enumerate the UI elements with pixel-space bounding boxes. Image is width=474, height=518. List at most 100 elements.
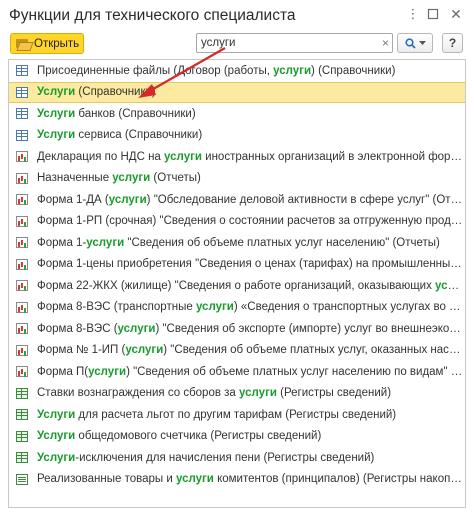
list-item[interactable]: Форма 1-услуги "Сведения об объеме платн… [9,232,465,254]
maximize-icon[interactable] [425,6,441,22]
list-item[interactable]: Ставки вознаграждения со сборов за услуг… [9,383,465,405]
list-item-text: (Справочники) [75,86,156,99]
catalog-icon [16,65,28,77]
catalog-icon [16,86,28,98]
list-item-text: (Отчеты) [150,172,201,185]
report-icon [16,194,28,206]
search-match: Услуги [37,86,76,99]
list-item-label: Форма № 1-ИП (услуги) "Сведения об объем… [37,344,463,356]
list-item-label: Услуги-исключения для начисления пени (Р… [37,452,374,464]
list-item-label: Услуги общедомового счетчика (Регистры с… [37,430,321,442]
report-icon [16,258,28,270]
search-field[interactable]: × [196,33,393,53]
list-item[interactable]: Форма 1-ДА (услуги) "Обследование делово… [9,189,465,211]
list-item[interactable]: Форма № 1-ИП (услуги) "Сведения об объем… [9,340,465,362]
report-icon [16,237,28,249]
search-match: Услуги [37,408,76,421]
list-item-text: Реализованные товары и [37,473,176,486]
list-item[interactable]: Услуги для расчета льгот по другим тариф… [9,404,465,426]
report-icon [16,323,28,335]
list-item-text: Форма 1-РП (срочная) "Сведения о состоян… [37,215,463,228]
list-item-label: Форма 1-РП (срочная) "Сведения о состоян… [37,215,463,227]
search-match: услуги [175,473,214,486]
list-item-label: Присоединенные файлы (Договор (работы, у… [37,65,395,77]
find-button[interactable] [397,33,433,53]
search-match: Услуги [37,430,76,443]
search-icon [404,37,416,49]
search-match: Услуги [37,129,76,142]
search-input[interactable] [197,34,375,52]
list-item-text: Форма П( [37,365,89,378]
results-list: Присоединенные файлы (Договор (работы, у… [8,59,466,508]
list-item[interactable]: Форма 1-РП (срочная) "Сведения о состоян… [9,211,465,233]
list-item-label: Форма 22-ЖКХ (жилище) "Сведения о работе… [37,280,463,292]
search-match: услуги [273,64,312,77]
list-item-text: Присоединенные файлы (Договор (работы, [37,64,274,77]
list-item-text: "Сведения об объеме платных услуг населе… [124,236,440,249]
clear-search-icon[interactable]: × [382,35,389,51]
window-titlebar: Функции для технического специалиста ⋮ ✕ [0,0,474,30]
more-vertical-icon[interactable]: ⋮ [405,6,421,22]
list-item[interactable]: Услуги сервиса (Справочники) [9,125,465,147]
list-item-text: Форма № 1-ИП ( [37,344,126,357]
list-item-label: Ставки вознаграждения со сборов за услуг… [37,387,391,399]
search-match: услуги [108,193,147,206]
list-item-text: комитентов (принципалов) (Регистры накоп… [213,473,463,486]
search-match: услуги [164,150,202,163]
list-item-text: Ставки вознаграждения со сборов за [37,387,240,400]
list-item[interactable]: Форма 8-ВЭС (транспортные услуги) «Сведе… [9,297,465,319]
report-icon [16,280,28,292]
list-item-text: сервиса (Справочники) [75,129,203,142]
search-match: услуги [195,301,234,314]
list-item-label: Услуги банков (Справочники) [37,108,196,120]
list-item-text: -исключения для начисления пени (Регистр… [75,451,375,464]
list-item-text: банков (Справочники) [75,107,196,120]
report-icon [16,215,28,227]
list-item[interactable]: Форма 22-ЖКХ (жилище) "Сведения о работе… [9,275,465,297]
close-icon[interactable]: ✕ [448,6,464,22]
search-match: услуги [88,365,127,378]
list-item[interactable]: Услуги-исключения для начисления пени (Р… [9,447,465,469]
list-item[interactable]: Форма 8-ВЭС (услуги) "Сведения об экспор… [9,318,465,340]
search-match: услуги [125,344,164,357]
list-item-label: Назначенные услуги (Отчеты) [37,172,201,184]
chevron-down-icon [418,40,426,45]
catalog-icon [16,108,28,120]
open-button-label: Открыть [34,37,80,50]
list-item[interactable]: Назначенные услуги (Отчеты) [9,168,465,190]
list-item[interactable]: Присоединенные файлы (Договор (работы, у… [9,60,465,82]
report-icon [16,151,28,163]
report-icon [16,172,28,184]
list-item-text: Форма 1- [37,236,87,249]
list-item[interactable]: Форма П(услуги) "Сведения об объеме плат… [9,361,465,383]
list-item[interactable]: Декларация по НДС на услуги иностранных … [9,146,465,168]
catalog-icon [16,129,28,141]
info-register-icon [16,430,28,442]
list-item[interactable]: Реализованные товары и услуги комитентов… [9,469,465,491]
report-icon [16,366,28,378]
list-item-text: общедомового счетчика (Регистры сведений… [75,430,322,443]
list-item-text: Форма 1-ДА ( [37,193,109,206]
search-match: услуги [117,322,156,335]
list-item[interactable]: Услуги банков (Справочники) [9,103,465,125]
list-item-text: иностранных организаций в электронной фо… [205,150,463,163]
list-item[interactable]: Услуги общедомового счетчика (Регистры с… [9,426,465,448]
list-item-label: Форма 1-цены приобретения "Сведения о це… [37,258,463,270]
open-button[interactable]: Открыть [10,33,84,54]
list-item-text: Декларация по НДС на [37,150,165,163]
list-item-text: ) "Сведения об объеме платных услуг насе… [126,365,463,378]
info-register-icon [16,387,28,399]
report-icon [16,344,28,356]
help-button[interactable]: ? [442,33,463,53]
list-item-label: Форма 8-ВЭС (транспортные услуги) «Сведе… [37,301,463,313]
list-item[interactable]: Форма 1-цены приобретения "Сведения о це… [9,254,465,276]
folder-icon [16,38,30,49]
search-match: услуги [435,279,463,292]
list-item-text: ) "Сведения об экспорте (импорте) услуг … [155,322,463,335]
list-item-text: ) "Обследование деловой активности в сфе… [146,193,463,206]
list-item-text: Форма 8-ВЭС ( [37,322,118,335]
list-item-text: Назначенные [37,172,113,185]
search-match: услуги [239,387,277,400]
list-item[interactable]: Услуги (Справочники) [9,81,465,103]
search-match: услуги [112,172,151,185]
